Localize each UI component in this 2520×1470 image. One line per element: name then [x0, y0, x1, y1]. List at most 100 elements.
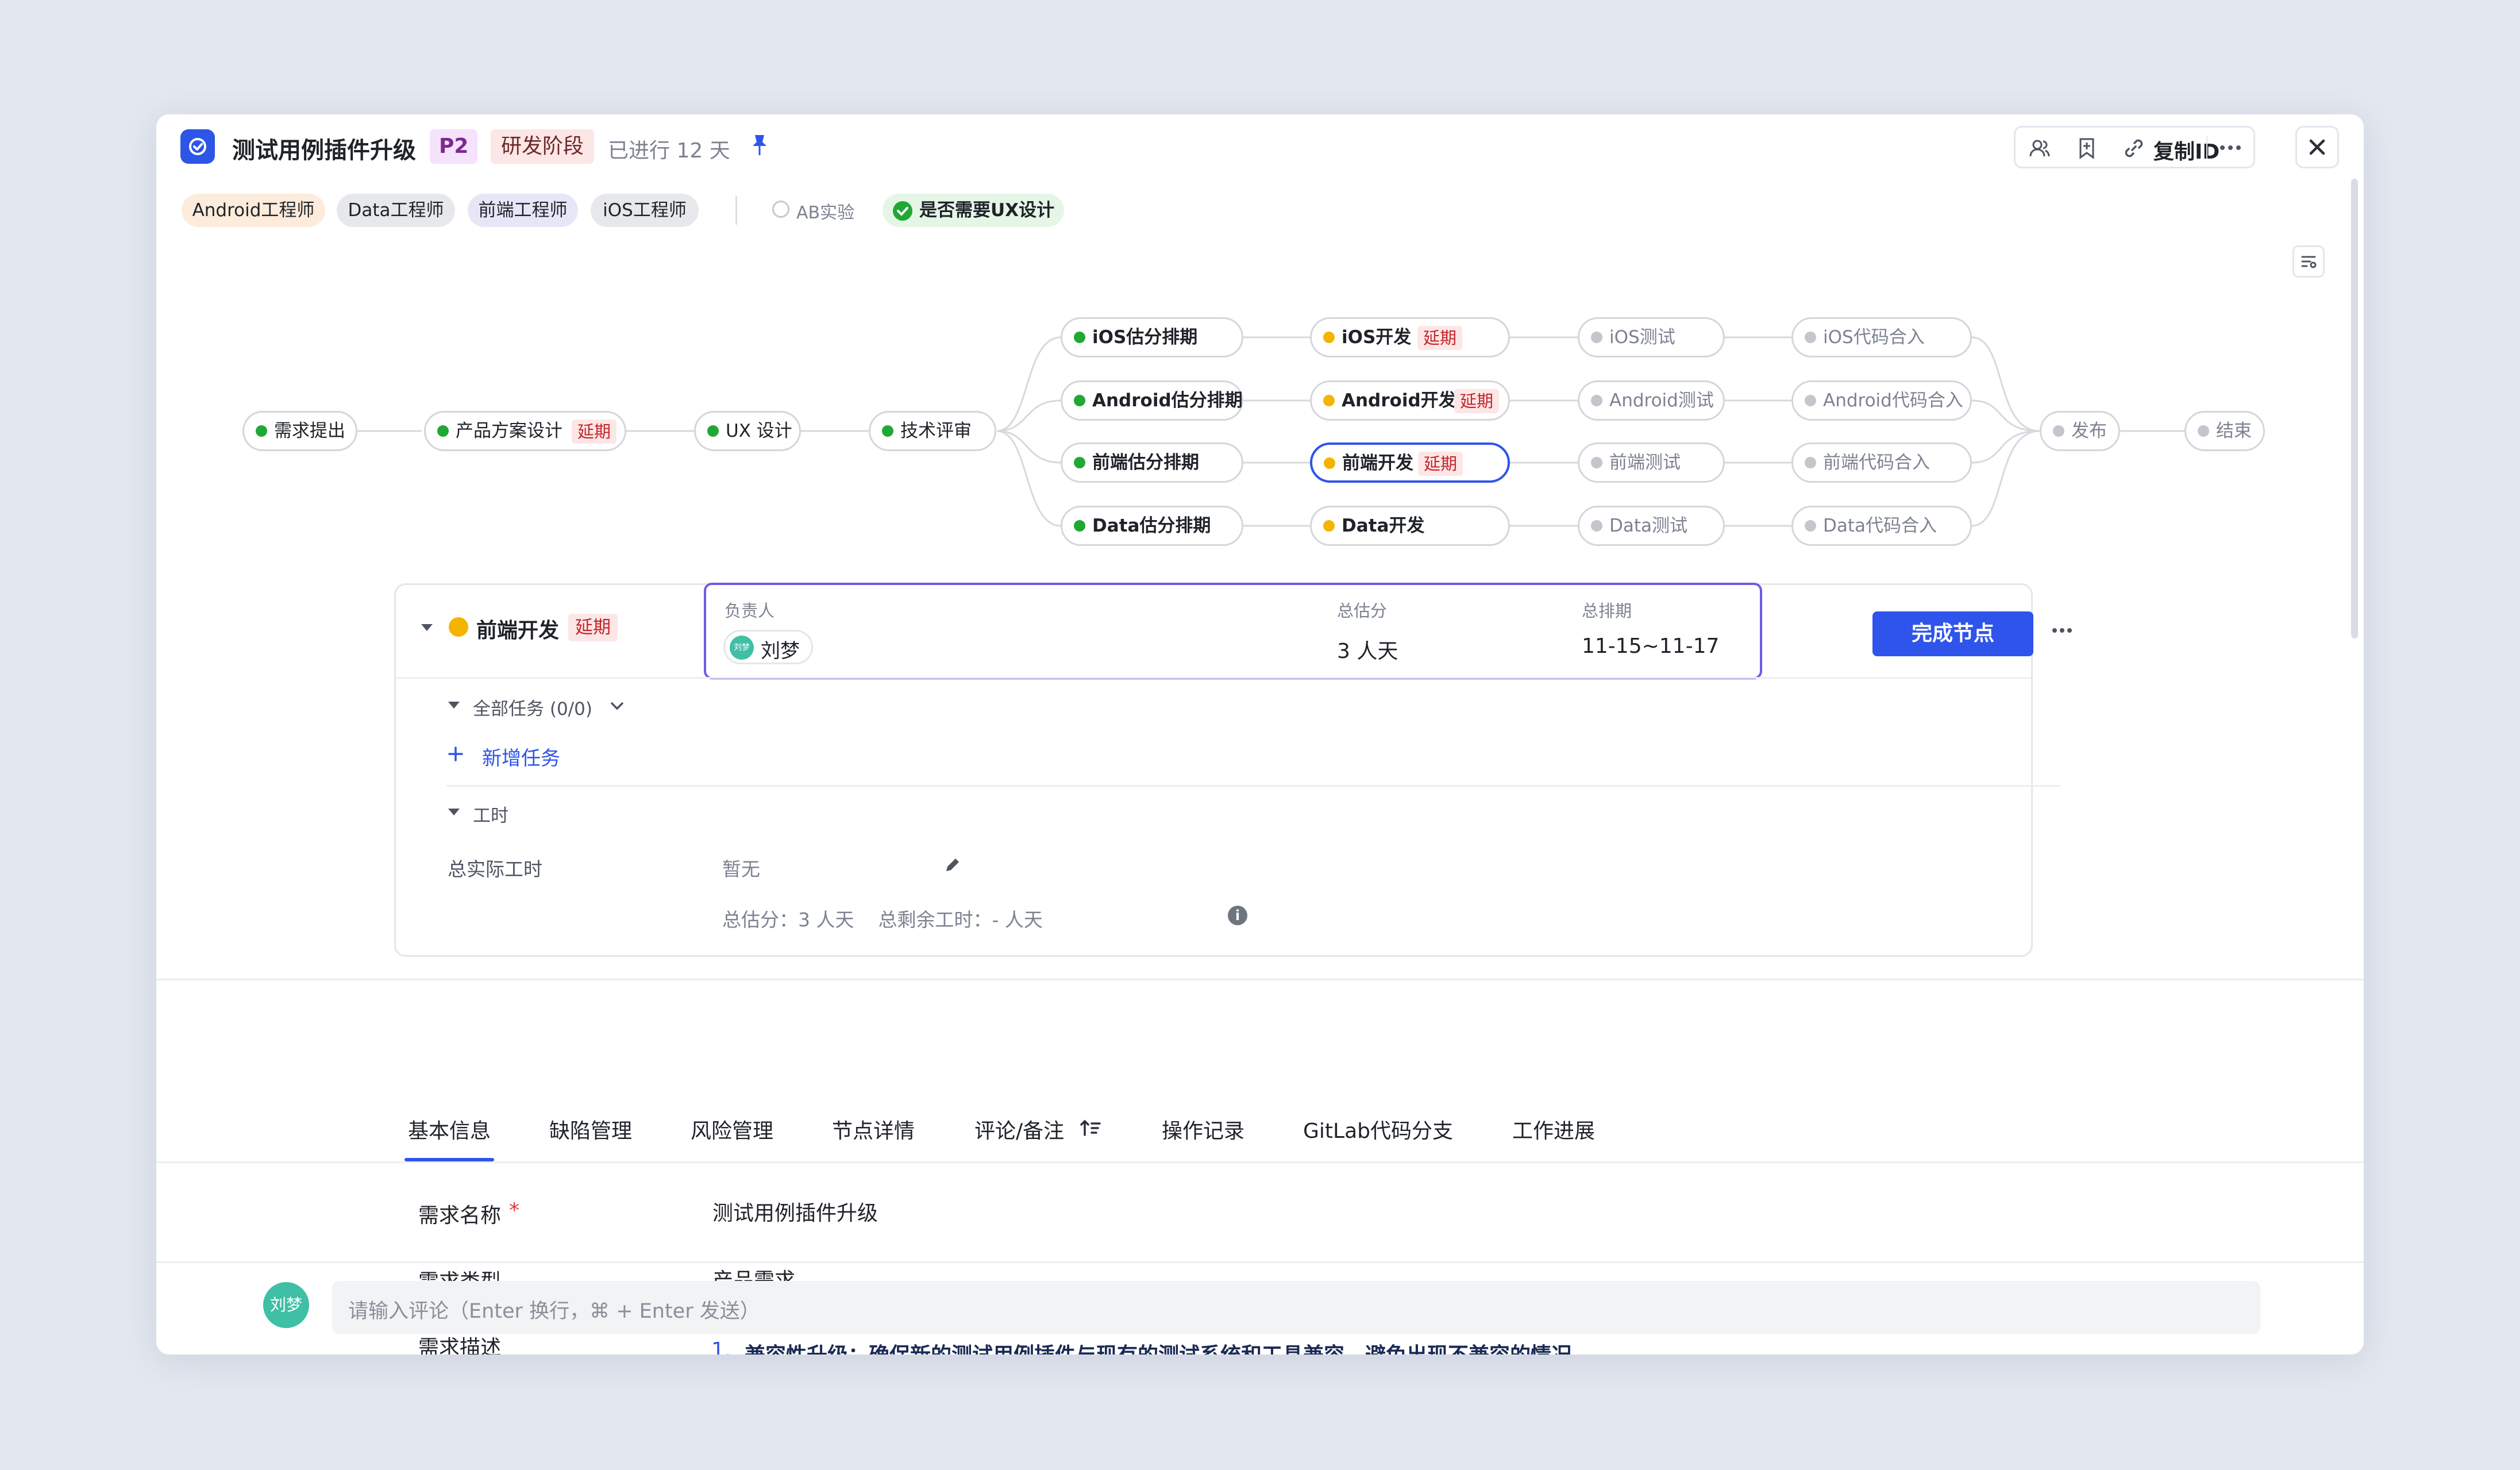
- workflow-node-data-estimate[interactable]: Data估分排期: [1061, 506, 1243, 546]
- status-dot: [1323, 332, 1335, 343]
- workflow-node-android-estimate[interactable]: Android估分排期: [1061, 380, 1243, 421]
- add-task-button[interactable]: 新增任务: [482, 742, 560, 771]
- comment-input[interactable]: 请输入评论（Enter 换行，⌘ + Enter 发送）: [332, 1281, 2260, 1334]
- workflow-node-android-merge[interactable]: Android代码合入: [1791, 380, 1972, 421]
- status-dot: [707, 425, 719, 437]
- delay-badge: 延期: [1418, 452, 1463, 476]
- workflow-node-data-test[interactable]: Data测试: [1578, 506, 1725, 546]
- workflow-node-ios-test[interactable]: iOS测试: [1578, 317, 1725, 357]
- tab-defects[interactable]: 缺陷管理: [549, 1114, 632, 1144]
- tab-gitlab-branches[interactable]: GitLab代码分支: [1303, 1114, 1453, 1144]
- node-label: Data代码合入: [1823, 515, 1937, 536]
- delay-badge: 延期: [572, 420, 617, 444]
- schedule-label: 总排期: [1582, 601, 1632, 621]
- requirement-detail-window: 测试用例插件升级 P2 研发阶段 已进行 12 天 复制ID Android工程…: [156, 114, 2364, 1354]
- workflow-node-release[interactable]: 发布: [2040, 411, 2120, 451]
- status-dot: [1074, 395, 1085, 406]
- workflow-node-frontend-dev[interactable]: 前端开发 延期: [1310, 442, 1510, 483]
- delay-badge: 延期: [1454, 389, 1500, 413]
- owner-label: 负责人: [725, 601, 775, 621]
- status-dot: [449, 617, 468, 637]
- workflow-node-product-design[interactable]: 产品方案设计 延期: [424, 411, 626, 451]
- requirement-name-value[interactable]: 测试用例插件升级: [712, 1196, 878, 1226]
- owner-name: 刘梦: [761, 640, 800, 663]
- status-dot: [1074, 332, 1085, 343]
- node-label: Android代码合入: [1823, 390, 1963, 411]
- actual-hours-label: 总实际工时: [448, 858, 542, 880]
- panel-node-name: 前端开发: [476, 619, 560, 642]
- sort-icon[interactable]: [1079, 1117, 1102, 1140]
- delay-badge: 延期: [1417, 326, 1463, 350]
- workflow-connectors: [357, 336, 2184, 527]
- status-dot: [1324, 457, 1335, 469]
- workflow-node-android-test[interactable]: Android测试: [1578, 380, 1725, 421]
- status-dot: [2198, 425, 2209, 437]
- tab-work-progress[interactable]: 工作进展: [1512, 1114, 1595, 1144]
- workflow-node-ios-merge[interactable]: iOS代码合入: [1791, 317, 1972, 357]
- node-label: UX 设计: [726, 421, 792, 441]
- node-label: iOS代码合入: [1823, 327, 1925, 348]
- schedule-value: 11-15~11-17: [1582, 634, 1720, 658]
- workflow-node-frontend-test[interactable]: 前端测试: [1578, 442, 1725, 483]
- complete-node-button[interactable]: 完成节点: [1872, 611, 2033, 656]
- node-detail-panel: 前端开发 延期 负责人 刘梦 刘梦 总估分 3 人天 总排期 11-15~11-…: [394, 583, 2072, 957]
- all-tasks-filter[interactable]: 全部任务 (0/0): [473, 694, 592, 720]
- workflow-node-android-dev[interactable]: Android开发 延期: [1310, 380, 1510, 421]
- estimate-label: 总估分: [1337, 601, 1388, 621]
- avatar: 刘梦: [730, 636, 754, 660]
- status-dot: [1805, 395, 1816, 406]
- edit-icon[interactable]: [942, 854, 964, 876]
- node-label: 发布: [2071, 421, 2107, 441]
- section-divider: [446, 785, 2061, 787]
- plus-icon[interactable]: [446, 745, 465, 763]
- status-dot: [882, 425, 893, 437]
- workflow-node-tech-review[interactable]: 技术评审: [869, 411, 996, 451]
- status-dot: [1591, 457, 1602, 468]
- node-label: 结束: [2216, 421, 2252, 441]
- tasks-collapse-icon[interactable]: [446, 700, 461, 710]
- tab-basic-info[interactable]: 基本信息: [408, 1114, 491, 1144]
- workflow-node-end[interactable]: 结束: [2184, 411, 2265, 451]
- scrollbar[interactable]: [2351, 179, 2358, 638]
- tab-node-details[interactable]: 节点详情: [832, 1114, 915, 1144]
- status-dot: [1074, 520, 1085, 532]
- workflow-node-frontend-estimate[interactable]: 前端估分排期: [1061, 442, 1243, 483]
- node-label: 产品方案设计: [456, 421, 562, 441]
- chevron-down-icon[interactable]: [608, 698, 626, 715]
- avatar: 刘梦: [263, 1282, 309, 1328]
- node-label: 前端估分排期: [1092, 452, 1199, 473]
- hours-summary: 总估分：3 人天 总剩余工时：- 人天: [722, 909, 1043, 931]
- estimate-value: 3 人天: [1337, 640, 1398, 663]
- actual-hours-value: 暂无: [722, 858, 760, 880]
- delay-badge: 延期: [568, 614, 618, 641]
- info-icon[interactable]: i: [1228, 906, 1247, 925]
- status-dot: [1323, 395, 1335, 406]
- collapse-icon[interactable]: [419, 622, 435, 633]
- node-label: 技术评审: [900, 421, 972, 441]
- node-label: Data估分排期: [1092, 515, 1211, 536]
- workflow-node-data-dev[interactable]: Data开发: [1310, 506, 1510, 546]
- workflow-node-ux-design[interactable]: UX 设计: [694, 411, 801, 451]
- node-label: 需求提出: [274, 421, 345, 441]
- tab-risks[interactable]: 风险管理: [691, 1114, 773, 1144]
- owner-chip[interactable]: 刘梦 刘梦: [723, 630, 813, 664]
- hours-collapse-icon[interactable]: [446, 807, 461, 817]
- hours-section-title: 工时: [473, 806, 508, 826]
- node-label: 前端测试: [1609, 452, 1681, 473]
- status-dot: [1591, 332, 1602, 343]
- more-icon[interactable]: [2051, 622, 2074, 639]
- workflow-node-ios-estimate[interactable]: iOS估分排期: [1061, 317, 1243, 357]
- node-label: Android测试: [1609, 390, 1714, 411]
- workflow-node-frontend-merge[interactable]: 前端代码合入: [1791, 442, 1972, 483]
- tab-operation-log[interactable]: 操作记录: [1162, 1114, 1244, 1144]
- workflow-node-ios-dev[interactable]: iOS开发 延期: [1310, 317, 1510, 357]
- node-label: iOS估分排期: [1092, 327, 1198, 348]
- workflow-node-requirement[interactable]: 需求提出: [242, 411, 357, 451]
- tab-comments[interactable]: 评论/备注: [974, 1114, 1064, 1144]
- status-dot: [1805, 520, 1816, 532]
- comment-placeholder: 请输入评论（Enter 换行，⌘ + Enter 发送）: [348, 1300, 760, 1323]
- status-dot: [1323, 520, 1335, 532]
- status-dot: [1591, 520, 1602, 532]
- workflow-node-data-merge[interactable]: Data代码合入: [1791, 506, 1972, 546]
- node-label: 前端开发: [1342, 453, 1413, 474]
